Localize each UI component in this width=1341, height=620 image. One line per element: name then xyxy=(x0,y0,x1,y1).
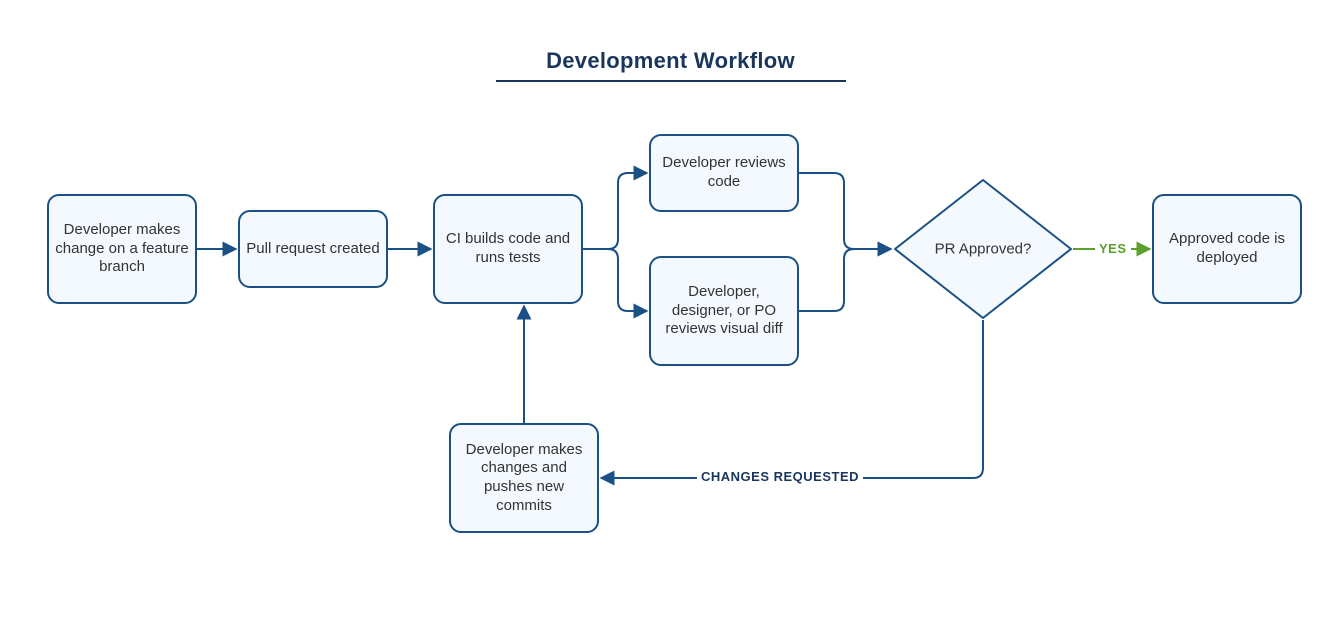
node-label: Developer reviews code xyxy=(657,154,791,192)
title-underline xyxy=(496,80,846,82)
node-pr-created: Pull request created xyxy=(238,210,388,288)
edge-n3-n5 xyxy=(583,249,647,311)
node-label: Pull request created xyxy=(246,240,379,259)
decision-pr-approved: PR Approved? xyxy=(893,178,1073,320)
diagram-title: Development Workflow xyxy=(0,48,1341,74)
node-label: Approved code is deployed xyxy=(1160,230,1294,268)
node-label: Developer makes changes and pushes new c… xyxy=(457,441,591,516)
node-push-commits: Developer makes changes and pushes new c… xyxy=(449,423,599,533)
edge-n5-diamond xyxy=(799,249,891,311)
decision-label: PR Approved? xyxy=(935,241,1032,258)
node-review-code: Developer reviews code xyxy=(649,134,799,212)
edge-n3-n4 xyxy=(583,173,647,249)
node-label: CI builds code and runs tests xyxy=(441,230,575,268)
node-deploy: Approved code is deployed xyxy=(1152,194,1302,304)
edge-label-yes: YES xyxy=(1095,241,1131,256)
node-label: Developer makes change on a feature bran… xyxy=(55,221,189,277)
node-developer-change: Developer makes change on a feature bran… xyxy=(47,194,197,304)
node-review-visual: Developer, designer, or PO reviews visua… xyxy=(649,256,799,366)
edge-label-changes: CHANGES REQUESTED xyxy=(697,469,863,484)
edge-n4-diamond xyxy=(799,173,891,249)
node-ci-builds: CI builds code and runs tests xyxy=(433,194,583,304)
node-label: Developer, designer, or PO reviews visua… xyxy=(657,283,791,339)
